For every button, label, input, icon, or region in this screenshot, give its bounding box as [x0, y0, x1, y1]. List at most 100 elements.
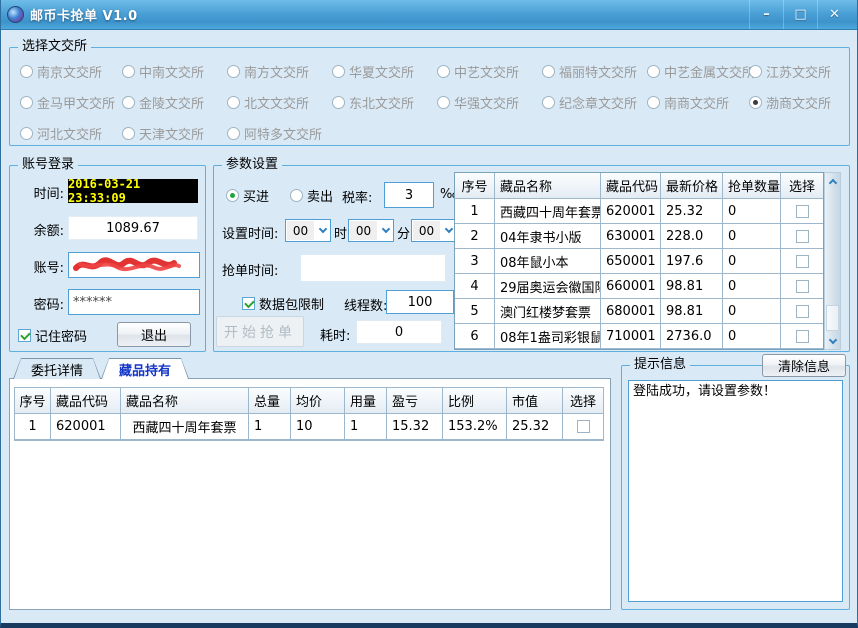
app-window: 邮币卡抢单 V1.0 – □ ✕ 选择文交所 南京文交所 中南文交所 南方文交所… — [0, 0, 858, 628]
cell-index: 6 — [455, 324, 495, 348]
sell-radio[interactable]: 卖出 — [290, 186, 333, 205]
exchange-option[interactable]: 金马甲文交所 — [20, 93, 122, 112]
cell-select — [781, 199, 823, 223]
grab-time-input[interactable] — [300, 254, 446, 282]
exchange-option[interactable]: 河北文交所 — [20, 124, 122, 143]
exchange-option[interactable]: 南京文交所 — [20, 62, 122, 81]
exchange-option[interactable]: 中艺金属文交所 — [647, 62, 749, 81]
exchange-label: 华强文交所 — [454, 93, 519, 112]
table-row[interactable]: 3 08年鼠小本 650001 197.6 0 — [455, 249, 823, 274]
row-select-checkbox[interactable] — [796, 230, 809, 243]
radio-selected-icon — [226, 189, 239, 202]
table-row[interactable]: 4 29届奥运会徽国际 660001 98.81 0 — [455, 274, 823, 299]
exchange-group-title: 选择文交所 — [18, 39, 91, 55]
col-header: 序号 — [455, 173, 495, 198]
row-select-checkbox[interactable] — [796, 280, 809, 293]
maximize-icon[interactable]: □ — [783, 0, 817, 29]
products-table-scrollbar[interactable] — [824, 172, 841, 350]
col-header: 总量 — [249, 388, 291, 413]
products-table-header: 序号 藏品名称 藏品代码 最新价格 抢单数量 选择 — [455, 173, 823, 199]
row-select-checkbox[interactable] — [577, 420, 590, 433]
exchange-option[interactable]: 阿特多文交所 — [227, 124, 332, 143]
cell-name: 29届奥运会徽国际 — [495, 274, 601, 298]
exchange-option[interactable]: 华强文交所 — [437, 93, 542, 112]
col-header: 用量 — [345, 388, 387, 413]
row-select-checkbox[interactable] — [796, 255, 809, 268]
tab-holdings[interactable]: 藏品持有 — [101, 358, 189, 379]
packet-limit-checkbox[interactable]: 数据包限制 — [242, 294, 324, 313]
start-grab-button[interactable]: 开始抢单 — [216, 316, 304, 347]
cell-select — [781, 224, 823, 248]
exchange-option[interactable]: 南商文交所 — [647, 93, 749, 112]
clear-messages-button[interactable]: 清除信息 — [762, 354, 846, 377]
account-input[interactable] — [68, 252, 200, 278]
row-select-checkbox[interactable] — [796, 305, 809, 318]
exchange-option[interactable]: 中艺文交所 — [437, 62, 542, 81]
col-header: 抢单数量 — [723, 173, 781, 198]
window-controls: – □ ✕ — [749, 0, 851, 29]
cell-select — [563, 414, 603, 439]
hour-select[interactable]: 00 — [285, 219, 331, 242]
table-row[interactable]: 6 08年1盎司彩银鼠 710001 2736.0 0 — [455, 324, 823, 349]
cell-select — [781, 249, 823, 273]
chevron-down-icon[interactable] — [315, 220, 330, 241]
tab-label: 委托详情 — [14, 359, 100, 379]
exit-button[interactable]: 退出 — [117, 322, 191, 347]
hour-unit: 时 — [334, 223, 347, 242]
account-label: 账号: — [18, 257, 64, 276]
row-select-checkbox[interactable] — [796, 205, 809, 218]
radio-icon — [437, 96, 450, 109]
exchange-option[interactable]: 天津文交所 — [122, 124, 227, 143]
exchange-option[interactable]: 纪念章文交所 — [542, 93, 647, 112]
cell-price: 25.32 — [661, 199, 723, 223]
row-select-checkbox[interactable] — [796, 330, 809, 343]
cell-index: 1 — [455, 199, 495, 223]
minute-unit: 分 — [397, 223, 410, 242]
exchange-option[interactable]: 北文文交所 — [227, 93, 332, 112]
exchange-label: 金马甲文交所 — [37, 93, 115, 112]
scroll-up-icon[interactable] — [825, 173, 840, 189]
remember-password-checkbox[interactable]: 记住密码 — [18, 326, 87, 345]
cell-used: 1 — [345, 414, 387, 439]
login-group-title: 账号登录 — [18, 157, 78, 173]
radio-icon — [227, 127, 240, 140]
radio-icon — [749, 65, 762, 78]
cell-select — [781, 299, 823, 323]
cell-index: 1 — [15, 414, 51, 439]
thread-count-input[interactable]: 100 — [386, 290, 454, 314]
table-row[interactable]: 2 04年隶书小版 630001 228.0 0 — [455, 224, 823, 249]
exchange-option[interactable]: 华夏文交所 — [332, 62, 437, 81]
table-row[interactable]: 1 620001 西藏四十周年套票 1 10 1 15.32 153.2% 25… — [15, 414, 603, 440]
minute-select[interactable]: 00 — [348, 219, 394, 242]
tax-rate-input[interactable]: 3 — [384, 182, 434, 208]
password-label: 密码: — [18, 294, 64, 313]
exchange-option[interactable]: 东北文交所 — [332, 93, 437, 112]
table-row[interactable]: 5 澳门红楼梦套票 680001 98.81 0 — [455, 299, 823, 324]
cell-name: 西藏四十周年套票 — [495, 199, 601, 223]
chevron-down-icon[interactable] — [378, 220, 393, 241]
tab-order-details[interactable]: 委托详情 — [13, 358, 101, 379]
col-header: 市值 — [507, 388, 563, 413]
message-log: 登陆成功，请设置参数！ — [628, 380, 843, 602]
title-bar[interactable]: 邮币卡抢单 V1.0 – □ ✕ — [1, 0, 857, 30]
close-icon[interactable]: ✕ — [817, 0, 851, 29]
exchange-option[interactable]: 福丽特文交所 — [542, 62, 647, 81]
scrollbar-thumb[interactable] — [826, 305, 839, 331]
minimize-icon[interactable]: – — [749, 0, 783, 29]
cell-index: 4 — [455, 274, 495, 298]
cell-qty: 0 — [723, 224, 781, 248]
exchange-option[interactable]: 金陵文交所 — [122, 93, 227, 112]
exchange-option-selected[interactable]: 渤商文交所 — [749, 93, 845, 112]
exchange-option[interactable]: 江苏文交所 — [749, 62, 845, 81]
password-input[interactable]: ****** — [68, 289, 200, 315]
table-row[interactable]: 1 西藏四十周年套票 620001 25.32 0 — [455, 199, 823, 224]
buy-radio[interactable]: 买进 — [226, 186, 269, 205]
exchange-option[interactable]: 南方文交所 — [227, 62, 332, 81]
scroll-down-icon[interactable] — [825, 333, 840, 349]
cell-code: 660001 — [601, 274, 661, 298]
exchange-option[interactable]: 中南文交所 — [122, 62, 227, 81]
col-header: 序号 — [15, 388, 51, 413]
cell-qty: 0 — [723, 299, 781, 323]
radio-icon — [542, 65, 555, 78]
second-select[interactable]: 00 — [411, 219, 457, 242]
